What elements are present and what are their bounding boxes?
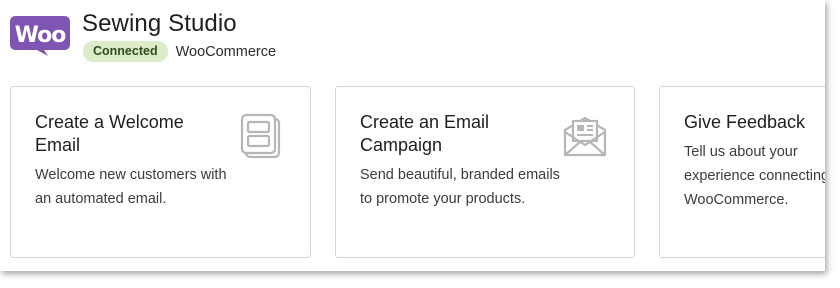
- card-title: Create an Email Campaign: [360, 112, 490, 155]
- card-title: Give Feedback: [684, 112, 806, 132]
- store-name: Sewing Studio: [82, 10, 237, 37]
- card-description: Tell us about your experience connecting…: [684, 144, 825, 208]
- card-title: Create a Welcome Email: [35, 112, 184, 155]
- platform-name: WooCommerce: [175, 43, 277, 60]
- status-badge: Connected: [83, 41, 168, 62]
- card-description: Welcome new customers with an automated …: [35, 167, 227, 207]
- connection-status: Connected WooCommerce: [83, 41, 276, 62]
- email-campaign-card[interactable]: Create an Email Campaign Send beautiful,…: [335, 86, 635, 258]
- document-icon: [240, 113, 281, 159]
- welcome-email-card[interactable]: Create a Welcome Email Welcome new custo…: [10, 86, 311, 258]
- app-frame: Woo Sewing Studio Connected WooCommerce …: [0, 0, 825, 271]
- give-feedback-card[interactable]: Give Feedback Tell us about your experie…: [659, 86, 825, 258]
- card-description: Send beautiful, branded emails to promot…: [360, 167, 560, 207]
- store-header: Woo Sewing Studio Connected WooCommerce: [10, 10, 810, 66]
- envelope-icon: [563, 116, 607, 157]
- woocommerce-logo: Woo: [10, 16, 70, 56]
- logo-text: Woo: [15, 23, 67, 48]
